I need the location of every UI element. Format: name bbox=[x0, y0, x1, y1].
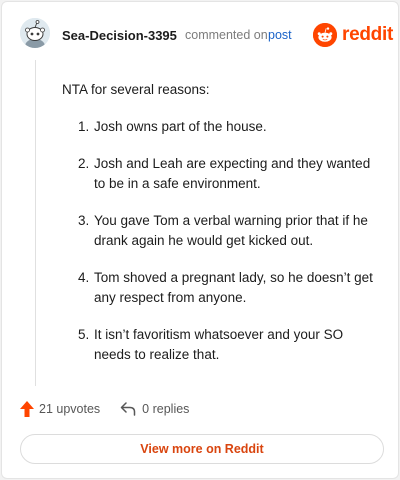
reddit-wordmark: reddit bbox=[342, 24, 393, 45]
list-text: Josh and Leah are expecting and they wan… bbox=[94, 156, 371, 191]
reddit-logo[interactable]: reddit bbox=[313, 22, 393, 48]
user-avatar[interactable] bbox=[20, 18, 50, 48]
replies-button[interactable]: 0 replies bbox=[120, 402, 189, 416]
list-number: 1. bbox=[78, 118, 90, 134]
reddit-snoo-icon bbox=[313, 23, 337, 47]
list-text: It isn’t favoritism whatsoever and your … bbox=[94, 327, 344, 362]
reply-count: 0 replies bbox=[142, 402, 190, 416]
thread-line[interactable] bbox=[35, 60, 36, 386]
post-link[interactable]: post bbox=[268, 28, 292, 42]
view-more-button[interactable]: View more on Reddit bbox=[20, 434, 384, 464]
list-text: Josh owns part of the house. bbox=[94, 118, 267, 134]
upvote-count: 21 upvotes bbox=[39, 402, 101, 416]
list-text: Tom shoved a pregnant lady, so he doesn’… bbox=[94, 270, 373, 305]
comment-intro: NTA for several reasons: bbox=[62, 82, 210, 97]
list-item: 3. You gave Tom a verbal warning prior th… bbox=[62, 211, 382, 250]
upvote-button[interactable]: 21 upvotes bbox=[20, 401, 100, 417]
comment-author[interactable]: Sea-Decision-3395 bbox=[62, 28, 177, 43]
upvote-arrow-icon bbox=[20, 401, 34, 417]
list-item: 1. Josh owns part of the house. bbox=[62, 117, 382, 137]
comment-body: NTA for several reasons: 1. Josh owns par… bbox=[62, 80, 382, 382]
list-item: 4. Tom shoved a pregnant lady, so he does… bbox=[62, 268, 382, 307]
commented-on-label: commented on bbox=[185, 28, 268, 42]
list-text: You gave Tom a verbal warning prior that… bbox=[94, 213, 368, 248]
comment-header: Sea-Decision-3395 commented on post redd… bbox=[2, 2, 400, 66]
list-number: 2. bbox=[78, 156, 90, 171]
list-item: 2. Josh and Leah are expecting and they w… bbox=[62, 154, 382, 193]
list-number: 3. bbox=[78, 213, 90, 228]
reply-arrow-icon bbox=[120, 402, 136, 416]
list-item: 5. It isn’t favoritism whatsoever and you… bbox=[62, 325, 382, 364]
list-number: 4. bbox=[78, 270, 90, 285]
snoo-avatar-icon bbox=[20, 18, 50, 48]
list-number: 5. bbox=[78, 327, 90, 342]
reasons-list: 1. Josh owns part of the house. 2. Josh an… bbox=[62, 117, 382, 365]
comment-actions: 21 upvotes 0 replies bbox=[20, 399, 189, 419]
embedded-comment-card: Sea-Decision-3395 commented on post redd… bbox=[1, 1, 399, 479]
